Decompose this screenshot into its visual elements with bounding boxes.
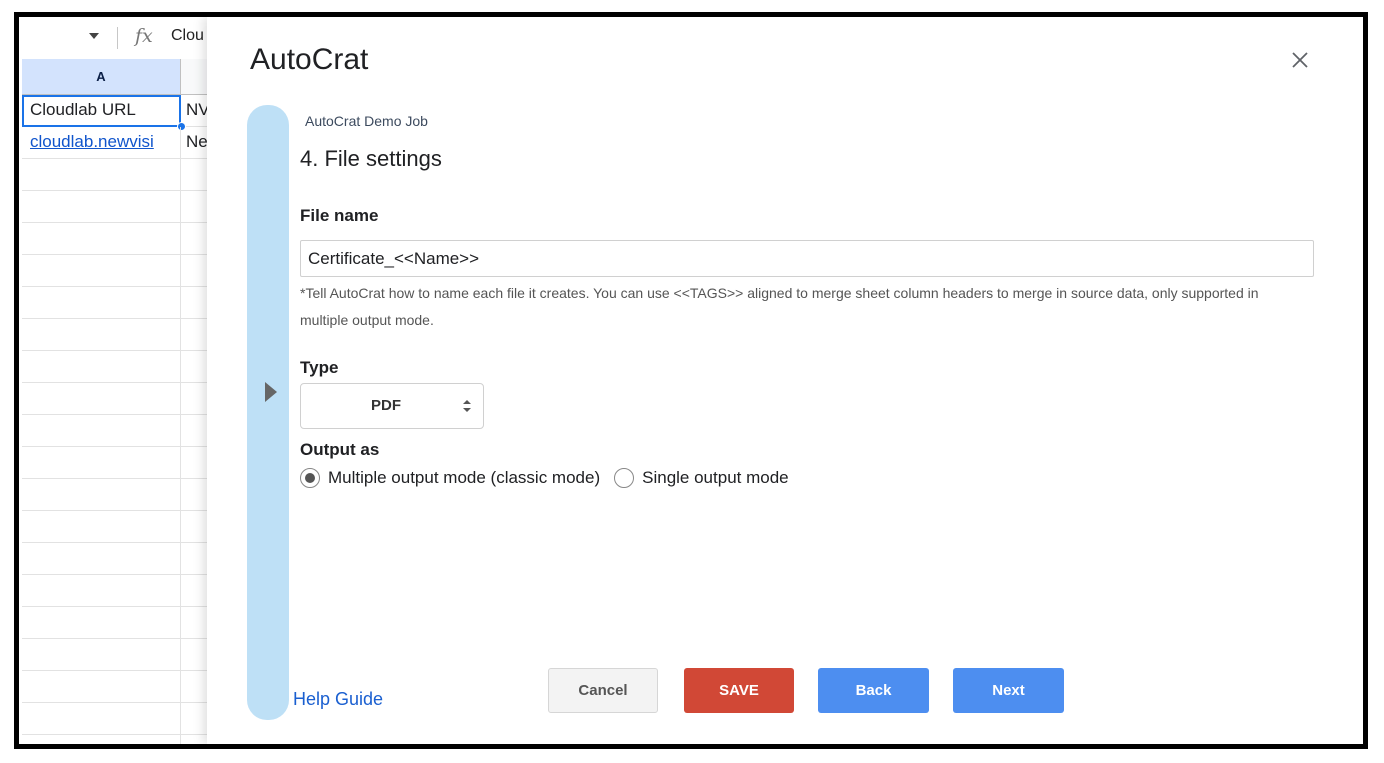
job-name: AutoCrat Demo Job	[305, 113, 428, 129]
column-header-row: A	[19, 59, 221, 95]
radio-label-single[interactable]: Single output mode	[642, 468, 789, 488]
radio-single-output[interactable]	[614, 468, 635, 488]
empty-cell[interactable]	[22, 735, 181, 744]
empty-cell[interactable]	[22, 479, 181, 511]
radio-label-multiple[interactable]: Multiple output mode (classic mode)	[328, 468, 600, 488]
cell-a1[interactable]: Cloudlab URL	[22, 95, 181, 127]
table-row	[22, 703, 222, 735]
empty-cell[interactable]	[22, 671, 181, 703]
table-row	[22, 639, 222, 671]
empty-cell[interactable]	[22, 447, 181, 479]
table-row	[22, 191, 222, 223]
table-row	[22, 415, 222, 447]
select-updown-icon	[463, 400, 471, 412]
empty-cell[interactable]	[22, 383, 181, 415]
empty-cell[interactable]	[22, 287, 181, 319]
spreadsheet: fx Clou A Cloudlab URL NV cloudlab.newvi…	[19, 17, 222, 744]
empty-cell[interactable]	[22, 607, 181, 639]
table-row	[22, 479, 222, 511]
table-row: Cloudlab URL NV	[22, 95, 222, 131]
sheet-grid: Cloudlab URL NV cloudlab.newvisi Ne	[22, 95, 222, 744]
fx-icon: fx	[135, 25, 153, 47]
radio-checked-dot	[305, 473, 315, 483]
empty-cell[interactable]	[22, 255, 181, 287]
cell-a2[interactable]: cloudlab.newvisi	[22, 127, 181, 159]
table-row	[22, 159, 222, 191]
table-row	[22, 671, 222, 703]
autocrat-dialog: AutoCrat AutoCrat Demo Job 4. File setti…	[207, 17, 1363, 744]
dialog-title: AutoCrat	[250, 43, 369, 76]
empty-cell[interactable]	[22, 543, 181, 575]
output-mode-radio-group: Multiple output mode (classic mode) Sing…	[300, 468, 803, 488]
table-row	[22, 223, 222, 255]
formula-bar: fx Clou	[19, 17, 219, 59]
table-row	[22, 607, 222, 639]
column-header-a[interactable]: A	[22, 59, 181, 95]
empty-cell[interactable]	[22, 639, 181, 671]
empty-cell[interactable]	[22, 415, 181, 447]
type-label: Type	[300, 358, 339, 377]
back-button[interactable]: Back	[818, 668, 929, 713]
empty-cell[interactable]	[22, 319, 181, 351]
table-row	[22, 383, 222, 415]
screenshot-frame: fx Clou A Cloudlab URL NV cloudlab.newvi…	[14, 12, 1368, 749]
empty-cell[interactable]	[22, 575, 181, 607]
close-button[interactable]	[1287, 47, 1313, 73]
table-row	[22, 543, 222, 575]
step-rail[interactable]	[247, 105, 289, 720]
play-arrow-icon[interactable]	[265, 382, 277, 402]
type-select[interactable]: PDF	[300, 383, 484, 429]
empty-cell[interactable]	[22, 511, 181, 543]
table-row	[22, 735, 222, 744]
formula-input[interactable]: Clou	[171, 27, 204, 45]
close-icon	[1292, 52, 1308, 68]
table-row	[22, 511, 222, 543]
save-button[interactable]: SAVE	[684, 668, 794, 713]
table-row	[22, 287, 222, 319]
empty-cell[interactable]	[22, 223, 181, 255]
cancel-button[interactable]: Cancel	[548, 668, 658, 713]
next-button[interactable]: Next	[953, 668, 1064, 713]
file-name-label: File name	[300, 206, 379, 225]
table-row: cloudlab.newvisi Ne	[22, 127, 222, 159]
file-name-hint: *Tell AutoCrat how to name each file it …	[300, 285, 1259, 328]
table-row	[22, 447, 222, 479]
type-selected-value: PDF	[371, 397, 401, 414]
file-name-input[interactable]	[300, 240, 1314, 277]
divider	[117, 27, 118, 49]
empty-cell[interactable]	[22, 703, 181, 735]
empty-cell[interactable]	[22, 159, 181, 191]
step-title: 4. File settings	[300, 146, 442, 171]
table-row	[22, 255, 222, 287]
table-row	[22, 319, 222, 351]
empty-cell[interactable]	[22, 351, 181, 383]
chevron-down-icon[interactable]	[89, 33, 99, 39]
table-row	[22, 575, 222, 607]
table-row	[22, 351, 222, 383]
empty-cell[interactable]	[22, 191, 181, 223]
help-guide-link[interactable]: Help Guide	[293, 689, 383, 710]
radio-multiple-output[interactable]	[300, 468, 320, 488]
output-as-label: Output as	[300, 440, 380, 459]
